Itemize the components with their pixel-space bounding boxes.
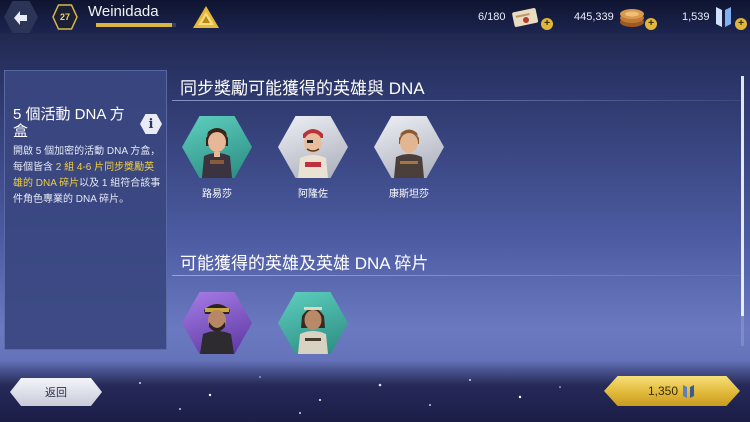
hero-card-alonzo[interactable]: 阿隆佐: [276, 116, 350, 200]
level-badge: 27: [52, 4, 78, 30]
scroll-count: 6/180: [478, 11, 506, 23]
scroll-icon: [511, 8, 538, 27]
section-title-sync-heroes: 同步獎勵可能獲得的英雄與 DNA: [180, 79, 425, 98]
return-button[interactable]: 返回: [10, 378, 102, 406]
top-bar: 27 Weinidada 6/180 + 445,339 + 1,539 +: [0, 0, 750, 34]
hero-name: 康斯坦莎: [389, 189, 429, 200]
hero-avatar-icon: [202, 128, 232, 178]
coin-stack-icon: [619, 9, 644, 27]
player-name: Weinidada: [88, 3, 159, 20]
coin-resource[interactable]: 445,339 +: [574, 0, 657, 34]
helix-count: 1,539: [682, 11, 710, 23]
helix-credits-icon: [715, 7, 731, 27]
scroll-add-button[interactable]: +: [541, 18, 553, 30]
section-divider: [172, 275, 742, 276]
rank-triangle-icon[interactable]: [192, 5, 220, 29]
level-value: 27: [59, 12, 70, 22]
home-icon: [14, 11, 27, 25]
info-card: 5 個活動 DNA 方盒 i 開啟 5 個加密的活動 DNA 方盒，每個皆含 2…: [4, 70, 167, 350]
hero-name: 阿隆佐: [298, 189, 328, 200]
scroll-resource[interactable]: 6/180 +: [478, 0, 553, 34]
info-button[interactable]: i: [140, 114, 162, 134]
xp-bar: [96, 23, 176, 27]
hero-portrait-alonzo: [278, 116, 348, 178]
helix-credits-icon: [683, 385, 695, 398]
hero-card-louisa[interactable]: 路易莎: [180, 116, 254, 200]
hero-avatar-icon: [394, 129, 424, 178]
hero-portrait-purple: [182, 292, 252, 354]
info-card-title: 5 個活動 DNA 方盒: [13, 106, 125, 140]
scrollbar-thumb[interactable]: [741, 76, 744, 316]
coin-add-button[interactable]: +: [645, 18, 657, 30]
hero-card-constanza[interactable]: 康斯坦莎: [372, 116, 446, 200]
hero-name: 路易莎: [202, 189, 232, 200]
hero-portrait-louisa: [182, 116, 252, 178]
hero-portrait-constanza: [374, 116, 444, 178]
hero-avatar-icon: [298, 307, 328, 354]
hero-avatar-icon: [200, 304, 234, 354]
info-card-description: 開啟 5 個加密的活動 DNA 方盒，每個皆含 2 組 4-6 片同步獎勵英雄的…: [13, 144, 163, 208]
section-divider: [172, 100, 742, 101]
hero-portrait-teal: [278, 292, 348, 354]
helix-resource[interactable]: 1,539 +: [682, 0, 747, 34]
section-title-obtainable-heroes: 可能獲得的英雄及英雄 DNA 碎片: [180, 254, 429, 273]
xp-bar-fill: [96, 23, 172, 27]
hero-card-purple[interactable]: [180, 292, 254, 354]
hero-card-teal[interactable]: [276, 292, 350, 354]
price-value: 1,350: [647, 384, 679, 398]
purchase-button[interactable]: 1,350: [604, 376, 740, 406]
home-button[interactable]: [4, 1, 38, 33]
helix-add-button[interactable]: +: [735, 18, 747, 30]
hero-avatar-icon: [298, 129, 328, 178]
content-scrollbar[interactable]: [741, 76, 744, 346]
coin-count: 445,339: [574, 11, 614, 23]
